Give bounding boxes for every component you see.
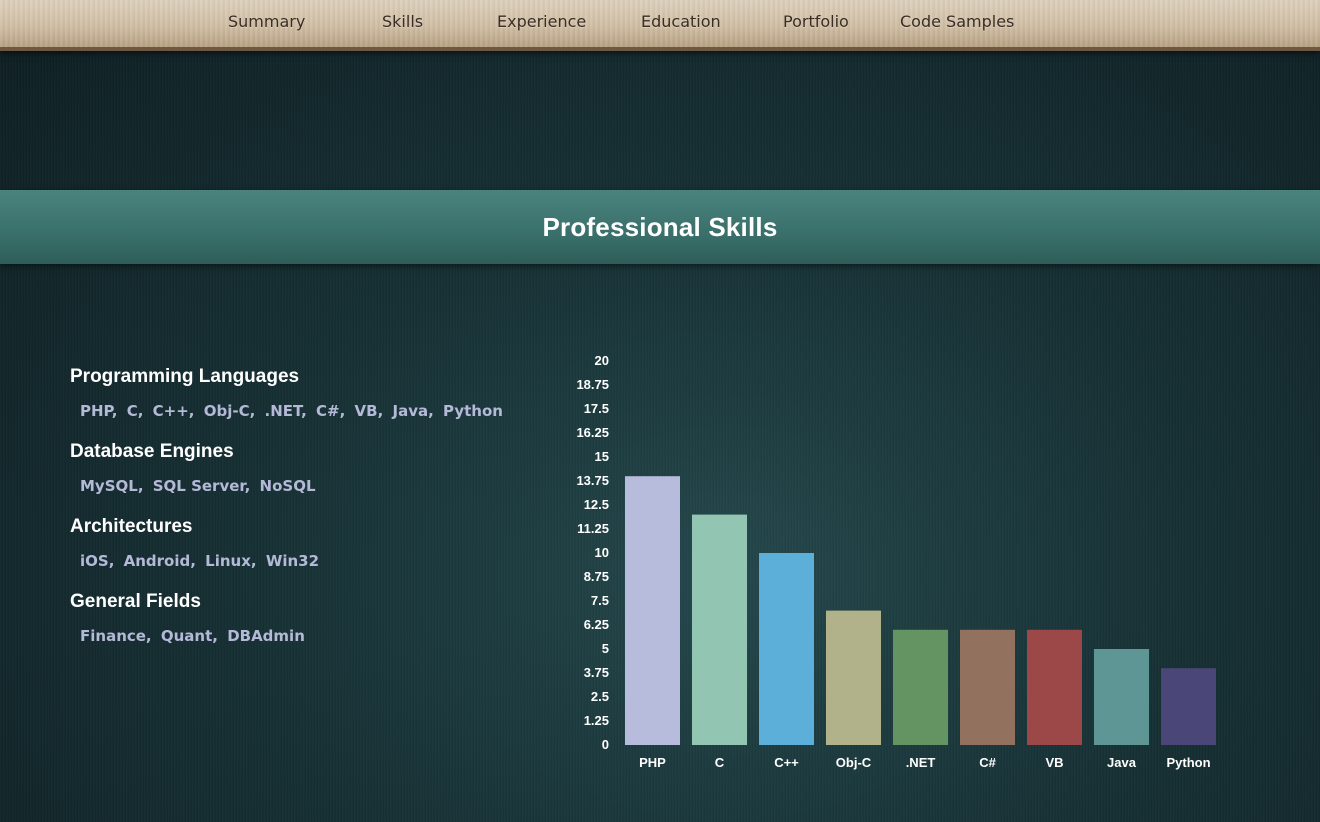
y-tick-label: 13.75: [576, 473, 609, 488]
y-axis-ticks: 0 1.25 2.5 3.75 5 6.25 7.5 8.75 10 11.25 12.5 13.75…: [576, 353, 609, 752]
bar-c: [759, 553, 814, 745]
y-tick-label: 11.25: [577, 521, 609, 536]
skill-item: SQL Server,: [152, 477, 256, 495]
y-tick-label: 16.25: [576, 425, 609, 440]
y-tick-label: 6.25: [584, 617, 609, 632]
skill-item: PHP,: [80, 402, 123, 420]
skill-group-title: General Fields: [70, 591, 201, 612]
skill-item: C++,: [152, 402, 200, 420]
y-tick-label: 5: [602, 641, 609, 656]
y-tick-label: 8.75: [584, 569, 609, 584]
x-tick-label: C: [715, 755, 725, 770]
y-tick-label: 2.5: [591, 689, 609, 704]
skill-item: Python: [443, 402, 503, 420]
x-tick-label: Java: [1107, 755, 1137, 770]
y-tick-label: 1.25: [584, 713, 609, 728]
skill-item: Quant,: [160, 627, 224, 645]
x-tick-label: VB: [1045, 755, 1063, 770]
y-tick-label: 17.5: [584, 401, 609, 416]
skills-bar-chart: 0 1.25 2.5 3.75 5 6.25 7.5 8.75 10 11.25 12.5 13.75…: [576, 353, 1216, 770]
section-title: Professional Skills: [542, 212, 778, 242]
skill-group-title: Programming Languages: [70, 366, 300, 387]
bar-java: [1094, 649, 1149, 745]
skill-item: Win32: [265, 552, 320, 570]
bar-python: [1161, 668, 1216, 745]
y-tick-label: 7.5: [591, 593, 609, 608]
bar-c: [960, 629, 1015, 745]
skill-item: Android,: [123, 552, 202, 570]
x-tick-label: C++: [774, 755, 799, 770]
y-tick-label: 0: [602, 737, 609, 752]
skill-group-title: Database Engines: [70, 441, 234, 462]
skill-item: NoSQL: [259, 477, 316, 495]
x-tick-label: PHP: [639, 755, 666, 770]
skill-group-architectures: Architectures iOS, Android, Linux, Win32: [70, 515, 540, 573]
skill-item: C,: [126, 402, 149, 420]
x-tick-label: Python: [1166, 755, 1210, 770]
skill-item: C#,: [316, 402, 351, 420]
skill-groups: Programming Languages PHP, C, C++, Obj-C…: [70, 365, 540, 665]
nav-education-link[interactable]: Education: [641, 12, 721, 31]
nav-skills-link[interactable]: Skills: [382, 12, 423, 31]
nav-summary-link[interactable]: Summary: [228, 12, 305, 31]
bar-vb: [1027, 629, 1082, 745]
x-tick-label: .NET: [906, 755, 936, 770]
bar-c: [692, 514, 747, 745]
nav-portfolio-link[interactable]: Portfolio: [783, 12, 849, 31]
skill-group-items: Finance, Quant, DBAdmin: [80, 624, 540, 648]
skill-item: Obj-C,: [203, 402, 261, 420]
top-navigation-bar: Summary Skills Experience Education Port…: [0, 0, 1320, 51]
skill-item: VB,: [354, 402, 389, 420]
skill-group-items: MySQL, SQL Server, NoSQL: [80, 474, 540, 498]
x-axis-labels: PHP C C++ Obj-C .NET C# VB Java Python: [639, 755, 1210, 770]
skill-group-database-engines: Database Engines MySQL, SQL Server, NoSQ…: [70, 440, 540, 498]
skill-item: DBAdmin: [227, 627, 305, 645]
x-tick-label: C#: [979, 755, 996, 770]
y-tick-label: 18.75: [576, 377, 609, 392]
section-header-band: Professional Skills: [0, 190, 1320, 264]
skill-group-title: Architectures: [70, 516, 193, 537]
y-tick-label: 20: [595, 353, 609, 368]
y-tick-label: 12.5: [584, 497, 609, 512]
skill-item: MySQL,: [80, 477, 149, 495]
skill-item: Linux,: [205, 552, 262, 570]
bar-net: [893, 629, 948, 745]
skill-group-programming-languages: Programming Languages PHP, C, C++, Obj-C…: [70, 365, 540, 423]
bar-objc: [826, 610, 881, 745]
skill-item: .NET,: [264, 402, 313, 420]
skill-item: iOS,: [80, 552, 120, 570]
y-tick-label: 3.75: [584, 665, 609, 680]
skill-item: Java,: [392, 402, 440, 420]
skill-group-items: iOS, Android, Linux, Win32: [80, 549, 540, 573]
y-tick-label: 10: [595, 545, 609, 560]
skill-item: Finance,: [80, 627, 157, 645]
x-tick-label: Obj-C: [836, 755, 872, 770]
skill-group-general-fields: General Fields Finance, Quant, DBAdmin: [70, 590, 540, 648]
y-tick-label: 15: [595, 449, 609, 464]
bar-php: [625, 476, 680, 745]
nav-experience-link[interactable]: Experience: [497, 12, 586, 31]
nav-code-samples-link[interactable]: Code Samples: [900, 12, 1014, 31]
bars: [625, 476, 1216, 745]
skill-group-items: PHP, C, C++, Obj-C, .NET, C#, VB, Java, …: [80, 399, 540, 423]
